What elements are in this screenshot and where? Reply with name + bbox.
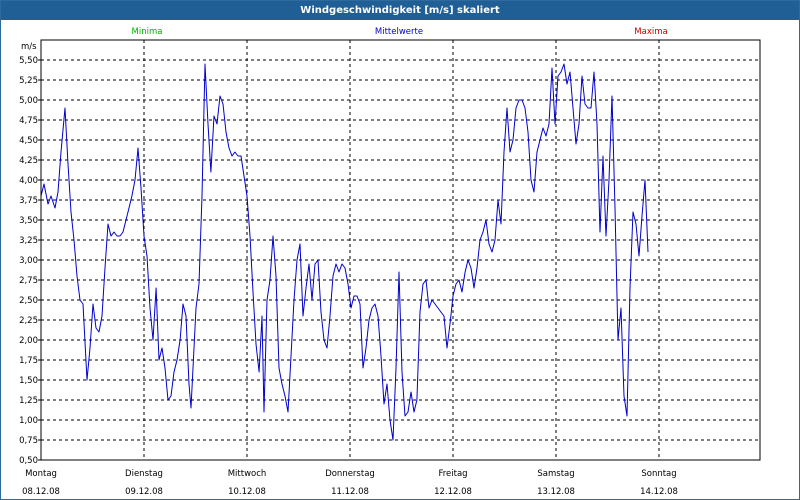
y-tick-label: 2,00 — [19, 336, 38, 346]
y-tick-label: 2,75 — [19, 276, 38, 286]
y-tick-label: 4,25 — [19, 156, 38, 166]
y-tick-label: 3,75 — [19, 196, 38, 206]
x-tick-day: Dienstag — [125, 469, 163, 479]
x-tick-day: Montag — [25, 469, 57, 479]
x-tick-date: 12.12.08 — [434, 487, 472, 497]
y-tick-label: 3,25 — [19, 236, 38, 246]
y-axis-label: m/s — [21, 42, 37, 52]
y-tick-label: 1,50 — [19, 376, 38, 386]
y-tick-label: 4,00 — [19, 176, 38, 186]
x-tick-day: Sonntag — [641, 469, 676, 479]
y-tick-label: 3,50 — [19, 216, 38, 226]
y-tick-label: 1,00 — [19, 416, 38, 426]
y-tick-label: 5,25 — [19, 76, 38, 86]
x-tick-day: Donnerstag — [325, 469, 375, 479]
y-tick-label: 2,25 — [19, 316, 38, 326]
y-tick-label: 5,50 — [19, 56, 38, 66]
y-tick-label: 4,50 — [19, 136, 38, 146]
plot-frame — [40, 39, 761, 461]
legend: Minima Mittelwerte Maxima — [132, 27, 668, 37]
y-tick-label: 1,25 — [19, 396, 38, 406]
chart-window: Windgeschwindigkeit [m/s] skaliert 0,50 0… — [0, 0, 800, 500]
x-tick-date: 11.12.08 — [331, 487, 369, 497]
grid — [41, 40, 760, 460]
x-tick-labels: Montag 08.12.08 Dienstag 09.12.08 Mittwoch 10… — [22, 469, 678, 497]
y-tick-label: 4,75 — [19, 116, 38, 126]
y-tick-label: 5,00 — [19, 96, 38, 106]
x-tick-date: 14.12.08 — [640, 487, 678, 497]
legend-maxima: Maxima — [634, 27, 667, 37]
x-tick-date: 13.12.08 — [537, 487, 575, 497]
x-tick-day: Samstag — [537, 469, 574, 479]
legend-mittelwerte: Mittelwerte — [375, 27, 423, 37]
wind-speed-chart: 0,50 0,75 1,00 1,25 1,50 1,75 2,00 2,25 2,50 2,75… — [19, 27, 761, 497]
x-tick-day: Mittwoch — [228, 469, 267, 479]
y-tick-labels: 0,50 0,75 1,00 1,25 1,50 1,75 2,00 2,25 2,50 2,75… — [19, 56, 41, 466]
x-tick-date: 10.12.08 — [228, 487, 266, 497]
y-tick-label: 0,75 — [19, 436, 38, 446]
y-tick-label: 3,00 — [19, 256, 38, 266]
x-tick-day: Freitag — [438, 469, 467, 479]
x-tick-date: 09.12.08 — [125, 487, 163, 497]
y-tick-label: 1,75 — [19, 356, 38, 366]
y-tick-label: 0,50 — [19, 456, 38, 466]
x-tick-date: 08.12.08 — [22, 487, 60, 497]
legend-minima: Minima — [132, 27, 163, 37]
y-tick-label: 2,50 — [19, 296, 38, 306]
